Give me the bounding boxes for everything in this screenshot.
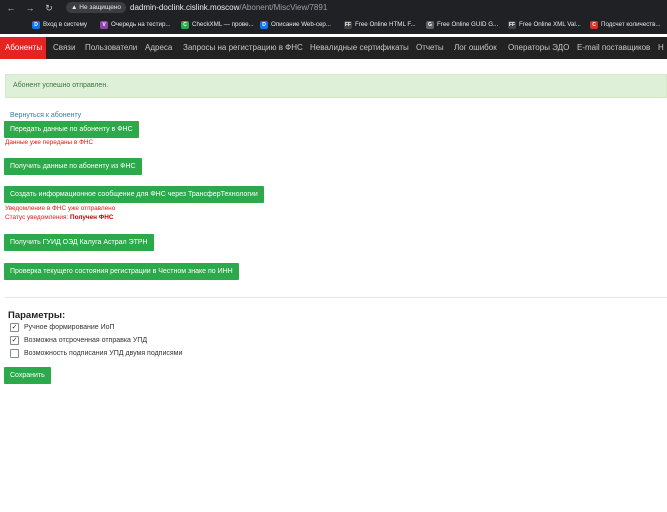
checkbox-deferred-upd[interactable]: ✓ [10, 335, 19, 345]
url-host: dadmin-doclink.cislink.moscow [130, 3, 240, 12]
status-value: Получен ФНС [70, 214, 114, 221]
success-alert: Абонент успешно отправлен. [5, 74, 667, 98]
bookmark-icon: D [260, 21, 268, 29]
params-title: Параметры: [8, 310, 66, 321]
bookmark-item[interactable]: C CheckXML — прове... [181, 19, 254, 31]
address-bar[interactable]: dadmin-doclink.cislink.moscow/Abonent/Mi… [130, 2, 327, 14]
create-fns-message-button[interactable]: Создать информационное сообщение для ФНС… [4, 186, 264, 203]
main-navbar: Абоненты Связи Пользователи Адреса Запро… [0, 37, 667, 59]
reload-icon[interactable]: ↻ [43, 2, 55, 14]
bookmark-icon: FF [508, 21, 516, 29]
get-guid-button[interactable]: Получить ГУИД ОЭД Калуга Астрал ЭТРН [4, 234, 154, 251]
bookmark-icon: C [181, 21, 189, 29]
option-two-signatures[interactable]: Возможность подписания УПД двумя подпися… [10, 348, 182, 358]
nav-item-abonents[interactable]: Абоненты [0, 37, 47, 59]
bookmark-item[interactable]: G Free Online GUID G... [426, 19, 498, 31]
bookmark-icon: V [100, 21, 108, 29]
get-from-fns-button[interactable]: Получить данные по абоненту из ФНС [4, 158, 142, 175]
bookmark-icon: D [32, 21, 40, 29]
nav-item-fns-requests[interactable]: Запросы на регистрацию в ФНС [183, 37, 303, 59]
checkbox-manual-iop[interactable]: ✓ [10, 322, 19, 332]
browser-toolbar: ← → ↻ ▲ Не защищено dadmin-doclink.cisli… [0, 0, 667, 16]
security-badge[interactable]: ▲ Не защищено [66, 2, 127, 13]
nav-item-links[interactable]: Связи [53, 37, 75, 59]
nav-item-more[interactable]: Н [658, 37, 664, 59]
notice-status: Статус уведомления: Получен ФНС [5, 214, 113, 221]
check-registration-button[interactable]: Проверка текущего состояния регистрации … [4, 263, 239, 280]
bookmark-item[interactable]: C Подсчет количеств... [590, 19, 661, 31]
bookmark-item[interactable]: V Очередь на тестир... [100, 19, 171, 31]
back-to-abonent-link[interactable]: Вернуться к абоненту [10, 112, 81, 119]
option-manual-iop[interactable]: ✓ Ручное формирование ИоП [10, 322, 115, 332]
nav-item-reports[interactable]: Отчеты [416, 37, 444, 59]
url-path: /Abonent/MiscView/7891 [239, 3, 328, 12]
bookmark-item[interactable]: D Описание Web-сер... [260, 19, 331, 31]
bookmark-item[interactable]: FF Free Online HTML F... [344, 19, 416, 31]
nav-item-invalid-certs[interactable]: Невалидные сертификаты [310, 37, 409, 59]
bookmark-icon: FF [344, 21, 352, 29]
bookmarks-bar: D Вход в систему V Очередь на тестир... CC… [0, 16, 667, 34]
notice-sent-note: Уведомление в ФНС уже отправлено [5, 205, 116, 212]
nav-item-supplier-emails[interactable]: E-mail поставщиков [577, 37, 650, 59]
bookmark-item[interactable]: FF Free Online XML Val... [508, 19, 581, 31]
option-deferred-upd[interactable]: ✓ Возможна отсроченная отправка УПД [10, 335, 147, 345]
bookmark-icon: G [426, 21, 434, 29]
bookmark-item[interactable]: D Вход в систему [32, 19, 87, 31]
warning-icon: ▲ [71, 4, 78, 11]
nav-item-addresses[interactable]: Адреса [145, 37, 172, 59]
back-arrow-icon[interactable]: ← [5, 2, 17, 14]
bookmark-icon: C [590, 21, 598, 29]
nav-item-users[interactable]: Пользователи [85, 37, 137, 59]
checkbox-two-signatures[interactable] [10, 348, 19, 358]
send-to-fns-button[interactable]: Передать данные по абоненту в ФНС [4, 121, 139, 138]
nav-item-error-log[interactable]: Лог ошибок [454, 37, 497, 59]
data-sent-note: Данные уже переданы в ФНС [5, 139, 94, 146]
nav-item-edo-operators[interactable]: Операторы ЭДО [508, 37, 569, 59]
forward-arrow-icon[interactable]: → [24, 2, 36, 14]
section-divider [5, 297, 667, 298]
save-button[interactable]: Сохранить [4, 367, 51, 384]
status-label: Статус уведомления: [5, 214, 69, 221]
